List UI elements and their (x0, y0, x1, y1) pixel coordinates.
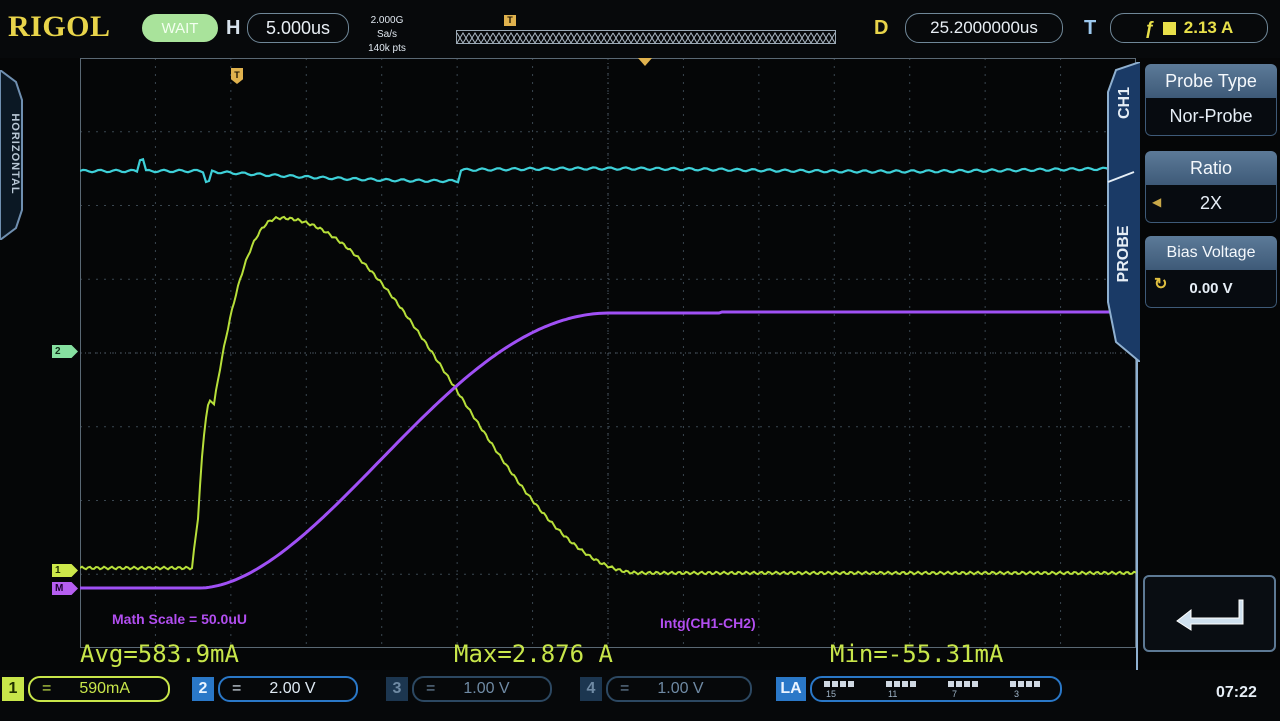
ch4-scale: 1.00 V (657, 680, 704, 697)
ch1-scale-box: = 590mA (28, 676, 170, 702)
trigger-source-icon (1162, 21, 1176, 35)
ch2-offset-marker[interactable]: 2 (52, 345, 78, 358)
memory-pattern (457, 31, 835, 43)
la-label: LA (776, 677, 806, 701)
trigger-level: 2.13 A (1183, 18, 1234, 37)
delay-field[interactable]: 25.2000000us (905, 13, 1063, 43)
ch1-number: 1 (2, 677, 24, 701)
acquisition-info: 2.000G Sa/s 140k pts (360, 14, 414, 56)
measure-avg: Avg=583.9mA (80, 640, 239, 668)
ch2-scale: 2.00 V (269, 680, 316, 697)
delay-label: D (874, 17, 889, 39)
ch4-coupling: = (620, 680, 630, 697)
la-group-7: 7 (952, 689, 958, 699)
trigger-position-icon: T (504, 15, 516, 26)
memory-overview-strip (456, 30, 836, 44)
menu-bias-voltage[interactable]: Bias Voltage ↻ 0.00 V (1145, 236, 1277, 308)
math-function-label: Intg(CH1-CH2) (660, 615, 756, 631)
menu-probe-type-value: Nor-Probe (1145, 98, 1277, 136)
menu-bias-voltage-label: Bias Voltage (1145, 236, 1277, 270)
la-group-15: 15 (826, 689, 837, 699)
ch1-coupling: = (42, 680, 52, 697)
measure-min: Min=-55.31mA (830, 640, 1004, 668)
ch1-offset-marker[interactable]: 1 (52, 564, 78, 577)
menu-bias-voltage-value: 0.00 V (1189, 280, 1233, 297)
ch2-scale-box: = 2.00 V (218, 676, 358, 702)
memory-depth: 140k pts (368, 43, 406, 54)
math-offset-marker[interactable]: M (52, 582, 78, 595)
logic-analyzer-status[interactable]: LA 15 11 7 3 (776, 676, 1062, 702)
menu-ratio[interactable]: Ratio ◀ 2X (1145, 151, 1277, 223)
ch4-number: 4 (580, 677, 602, 701)
rotate-knob-icon: ↻ (1154, 276, 1168, 293)
screen-center-marker (638, 58, 652, 66)
waveform-display[interactable] (80, 58, 1136, 648)
enter-button[interactable] (1143, 575, 1276, 652)
ch1-status[interactable]: 1 = 590mA (2, 676, 170, 702)
return-arrow-icon (1175, 599, 1243, 631)
rising-edge-icon: ƒ (1144, 17, 1155, 38)
timebase-field[interactable]: 5.000us (247, 13, 349, 43)
ch2-coupling: = (232, 680, 242, 697)
ch2-status[interactable]: 2 = 2.00 V (192, 676, 358, 702)
ch4-status[interactable]: 4 = 1.00 V (580, 676, 752, 702)
ch3-coupling: = (426, 680, 436, 697)
la-group-11: 11 (888, 689, 898, 699)
menu-channel-label: CH1 (1116, 86, 1133, 119)
menu-probe-type-label: Probe Type (1145, 64, 1277, 98)
ch3-scale: 1.00 V (463, 680, 510, 697)
ch4-scale-box: = 1.00 V (606, 676, 752, 702)
la-bit-indicators (824, 681, 1060, 687)
ch1-scale: 590mA (79, 680, 131, 697)
menu-border (1136, 360, 1138, 670)
ch3-scale-box: = 1.00 V (412, 676, 552, 702)
menu-bias-voltage-value-box: ↻ 0.00 V (1145, 270, 1277, 308)
run-status-badge[interactable]: WAIT (142, 14, 218, 42)
horizontal-side-tab-label: HORIZONTAL (9, 113, 21, 195)
la-group-3: 3 (1014, 689, 1020, 699)
la-channel-box: 15 11 7 3 (810, 676, 1062, 702)
math-scale-label: Math Scale = 50.0uU (112, 611, 248, 627)
clock: 07:22 (1216, 684, 1257, 701)
trigger-field[interactable]: ƒ 2.13 A (1110, 13, 1268, 43)
ch3-number: 3 (386, 677, 408, 701)
graticule (80, 58, 1136, 648)
brand-logo: RIGOL (8, 10, 111, 43)
ch2-number: 2 (192, 677, 214, 701)
menu-probe-type[interactable]: Probe Type Nor-Probe (1145, 64, 1277, 136)
measure-max: Max=2.876 A (454, 640, 613, 668)
knob-arrow-icon: ◀ (1152, 195, 1162, 209)
menu-ratio-value-box: ◀ 2X (1145, 185, 1277, 223)
horizontal-label: H (226, 17, 241, 39)
trigger-label: T (1084, 17, 1097, 39)
sample-rate: 2.000G Sa/s (370, 15, 404, 40)
menu-ratio-value: 2X (1199, 193, 1223, 213)
menu-ratio-label: Ratio (1145, 151, 1277, 185)
menu-title: PROBE (1115, 225, 1132, 283)
ch3-status[interactable]: 3 = 1.00 V (386, 676, 552, 702)
